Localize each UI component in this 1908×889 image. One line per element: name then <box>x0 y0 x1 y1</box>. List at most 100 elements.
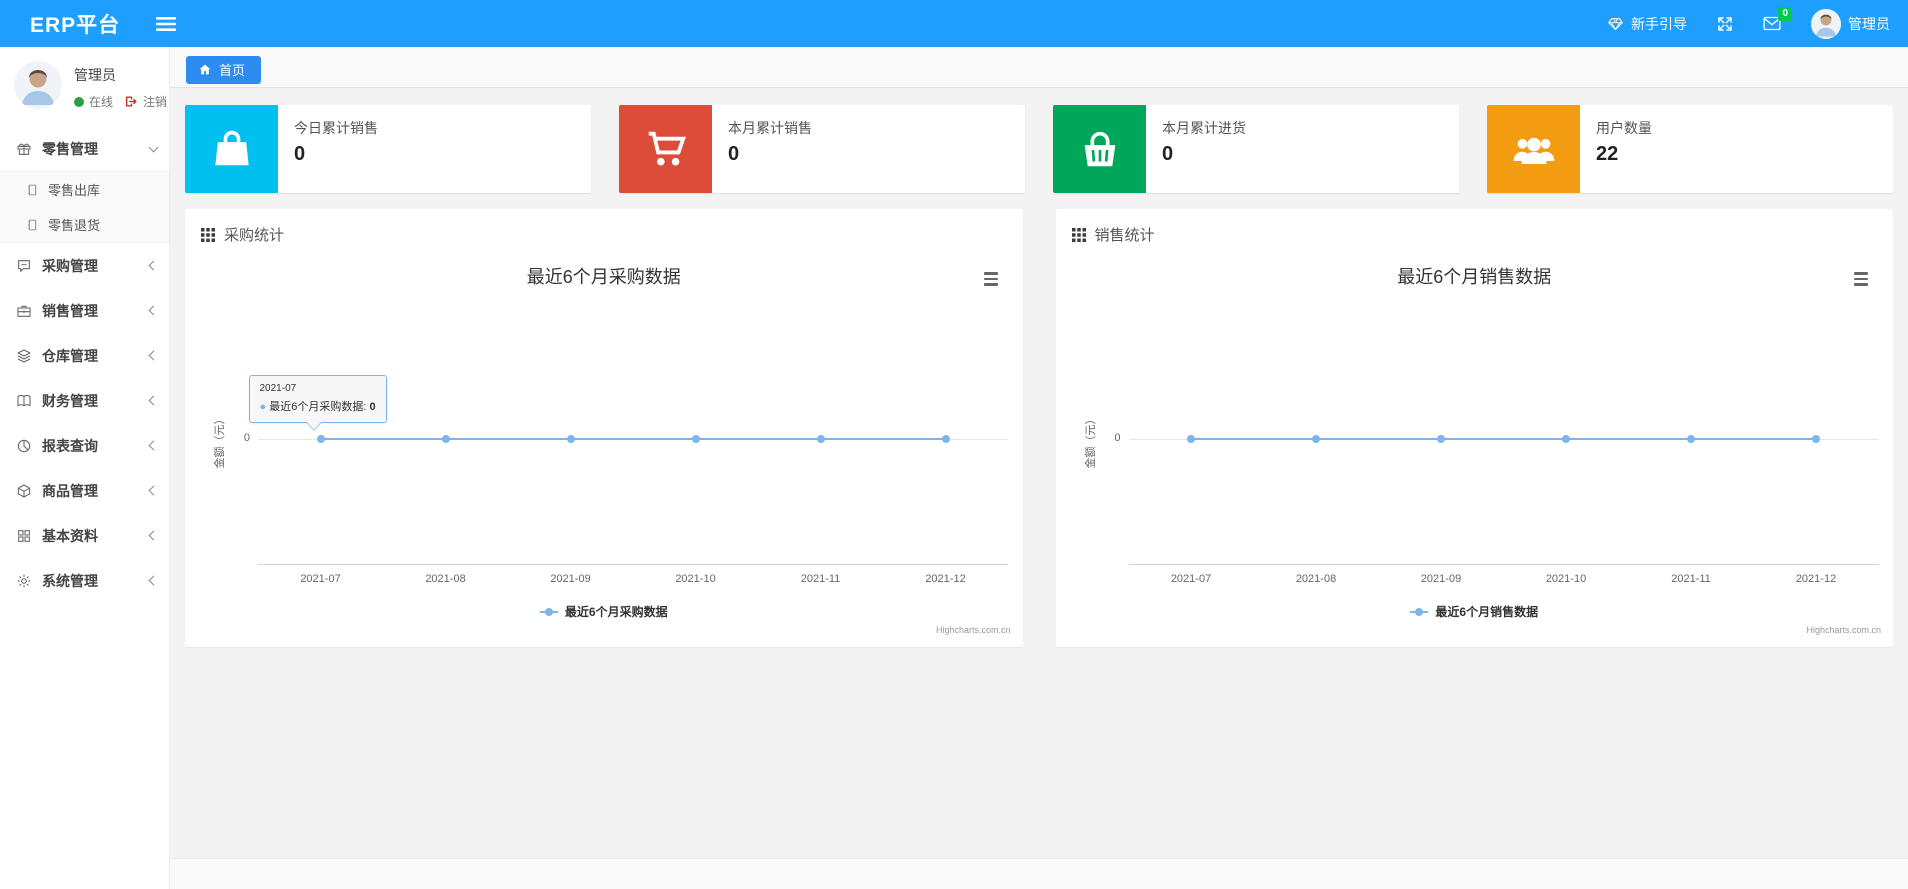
sidebar-item-label: 零售管理 <box>42 140 98 157</box>
sidebar-item-retail-outbound[interactable]: 零售出库 <box>0 172 169 207</box>
sign-out-icon <box>125 96 137 107</box>
sidebar-item-basic-data[interactable]: 基本资料 <box>0 513 169 558</box>
data-point-marker[interactable] <box>1437 435 1445 443</box>
stat-card-label: 用户数量 <box>1596 120 1652 136</box>
messages-button[interactable]: 0 <box>1763 7 1792 31</box>
highcharts-credit-link[interactable]: Highcharts.com.cn <box>936 625 1011 635</box>
expand-icon <box>1718 16 1732 31</box>
sidebar-item-label: 系统管理 <box>42 572 98 589</box>
data-point-marker[interactable] <box>816 435 825 443</box>
data-point-marker[interactable] <box>1187 435 1195 443</box>
fullscreen-button[interactable] <box>1717 16 1733 32</box>
app-logo: ERP平台 <box>30 13 121 37</box>
sidebar-item-sales[interactable]: 销售管理 <box>0 288 169 333</box>
chart-tooltip: 2021-07 ● 最近6个月采购数据: 0 <box>248 375 387 431</box>
stat-card-value: 22 <box>1596 143 1619 165</box>
legend-label: 最近6个月销售数据 <box>1435 605 1539 619</box>
stat-card-today-sales[interactable]: 今日累计销售 0 <box>185 105 591 193</box>
stat-card-value: 0 <box>294 143 306 165</box>
x-axis-tick-label: 2021-12 <box>1795 573 1837 585</box>
chart-title: 最近6个月采购数据 <box>526 267 681 287</box>
profile-name: 管理员 <box>74 67 116 83</box>
x-axis-tick-label: 2021-09 <box>1420 573 1462 585</box>
chevron-left-icon <box>148 305 159 316</box>
sidebar-item-system[interactable]: 系统管理 <box>0 558 169 603</box>
chevron-left-icon <box>148 485 159 496</box>
stat-card-value: 0 <box>1162 143 1174 165</box>
sidebar-profile: 管理员 在线 注销 <box>0 47 169 126</box>
x-axis-tick-label: 2021-10 <box>1545 573 1587 585</box>
chart-export-menu-button[interactable] <box>1851 269 1871 289</box>
data-point-marker[interactable] <box>691 435 700 443</box>
sidebar-item-goods[interactable]: 商品管理 <box>0 468 169 513</box>
avatar <box>1811 8 1841 39</box>
data-point-marker[interactable] <box>1812 435 1820 443</box>
chevron-left-icon <box>148 575 159 586</box>
chevron-left-icon <box>148 395 159 406</box>
legend-marker-icon <box>1410 607 1429 617</box>
stat-card-value: 0 <box>728 143 740 165</box>
newbie-guide-label: 新手引导 <box>1631 15 1687 32</box>
retail-submenu: 零售出库 零售退货 <box>0 171 169 243</box>
newbie-guide-button[interactable]: 新手引导 <box>1607 14 1687 34</box>
sidebar-item-retail[interactable]: 零售管理 <box>0 126 169 171</box>
series-line <box>320 438 946 440</box>
hamburger-icon <box>1854 272 1868 275</box>
hamburger-icon <box>156 16 177 31</box>
chart-legend[interactable]: 最近6个月采购数据 <box>185 603 1023 620</box>
cart-icon <box>648 131 686 166</box>
pie-chart-icon <box>17 439 31 452</box>
series-line <box>1191 438 1816 440</box>
chart-export-menu-button[interactable] <box>981 269 1001 289</box>
sidebar-item-reports[interactable]: 报表查询 <box>0 423 169 468</box>
tab-bar: 首页 <box>170 47 1908 88</box>
data-point-marker[interactable] <box>941 435 950 443</box>
sidebar-item-label: 零售退货 <box>48 218 101 233</box>
main-content: 首页 今日累计销售 0 本月累计销售 0 本月累计进货 0 用户数量 22 采购… <box>170 0 1908 889</box>
th-grid-icon <box>201 227 215 242</box>
data-point-marker[interactable] <box>1562 435 1570 443</box>
panel-header: 销售统计 <box>1056 209 1894 255</box>
sidebar-item-finance[interactable]: 财务管理 <box>0 378 169 423</box>
sales-stats-panel: 销售统计 最近6个月销售数据 金额（元） 0 2021-07 2021-08 2021-0… <box>1055 209 1894 647</box>
sidebar-item-label: 基本资料 <box>42 527 98 544</box>
sidebar-item-label: 财务管理 <box>42 392 98 409</box>
chevron-left-icon <box>148 260 159 271</box>
top-navbar: ERP平台 新手引导 0 管理员 <box>0 0 1908 47</box>
sidebar-item-retail-return[interactable]: 零售退货 <box>0 207 169 242</box>
panel-header: 采购统计 <box>185 209 1023 255</box>
sidebar-item-warehouse[interactable]: 仓库管理 <box>0 333 169 378</box>
stat-card-user-count[interactable]: 用户数量 22 <box>1487 105 1893 193</box>
data-point-marker[interactable] <box>1312 435 1320 443</box>
x-axis-tick-label: 2021-08 <box>425 573 466 585</box>
sidebar-item-label: 采购管理 <box>42 257 98 274</box>
data-point-marker[interactable] <box>316 435 325 443</box>
stat-card-month-sales[interactable]: 本月累计销售 0 <box>619 105 1025 193</box>
data-point-marker[interactable] <box>441 435 450 443</box>
th-grid-icon <box>1071 227 1086 242</box>
message-count-badge: 0 <box>1778 7 1792 21</box>
data-point-marker[interactable] <box>1687 435 1695 443</box>
panel-title: 采购统计 <box>224 227 285 244</box>
home-icon <box>199 64 211 75</box>
stat-card-month-purchase[interactable]: 本月累计进货 0 <box>1053 105 1459 193</box>
hamburger-icon <box>1854 283 1868 286</box>
legend-marker-icon <box>539 607 558 617</box>
data-point-marker[interactable] <box>566 435 575 443</box>
username-label: 管理员 <box>1848 15 1890 32</box>
logout-link[interactable]: 注销 <box>143 93 167 110</box>
basket-icon <box>1084 131 1115 167</box>
x-axis-line <box>1128 564 1879 565</box>
chart-legend[interactable]: 最近6个月销售数据 <box>1056 603 1894 620</box>
hamburger-icon <box>983 272 998 275</box>
page-footer <box>170 858 1908 889</box>
x-axis-tick-label: 2021-10 <box>675 573 716 585</box>
sidebar-toggle-button[interactable] <box>148 10 184 38</box>
user-menu[interactable]: 管理员 <box>1811 8 1890 39</box>
sidebar-item-label: 商品管理 <box>42 482 98 499</box>
charts-row: 采购统计 最近6个月采购数据 金额（元） 0 2021-07 2021-08 2021-0… <box>170 209 1908 647</box>
box-icon <box>17 483 31 498</box>
sidebar-item-purchase[interactable]: 采购管理 <box>0 243 169 288</box>
tab-home[interactable]: 首页 <box>186 56 262 84</box>
highcharts-credit-link[interactable]: Highcharts.com.cn <box>1806 625 1881 635</box>
